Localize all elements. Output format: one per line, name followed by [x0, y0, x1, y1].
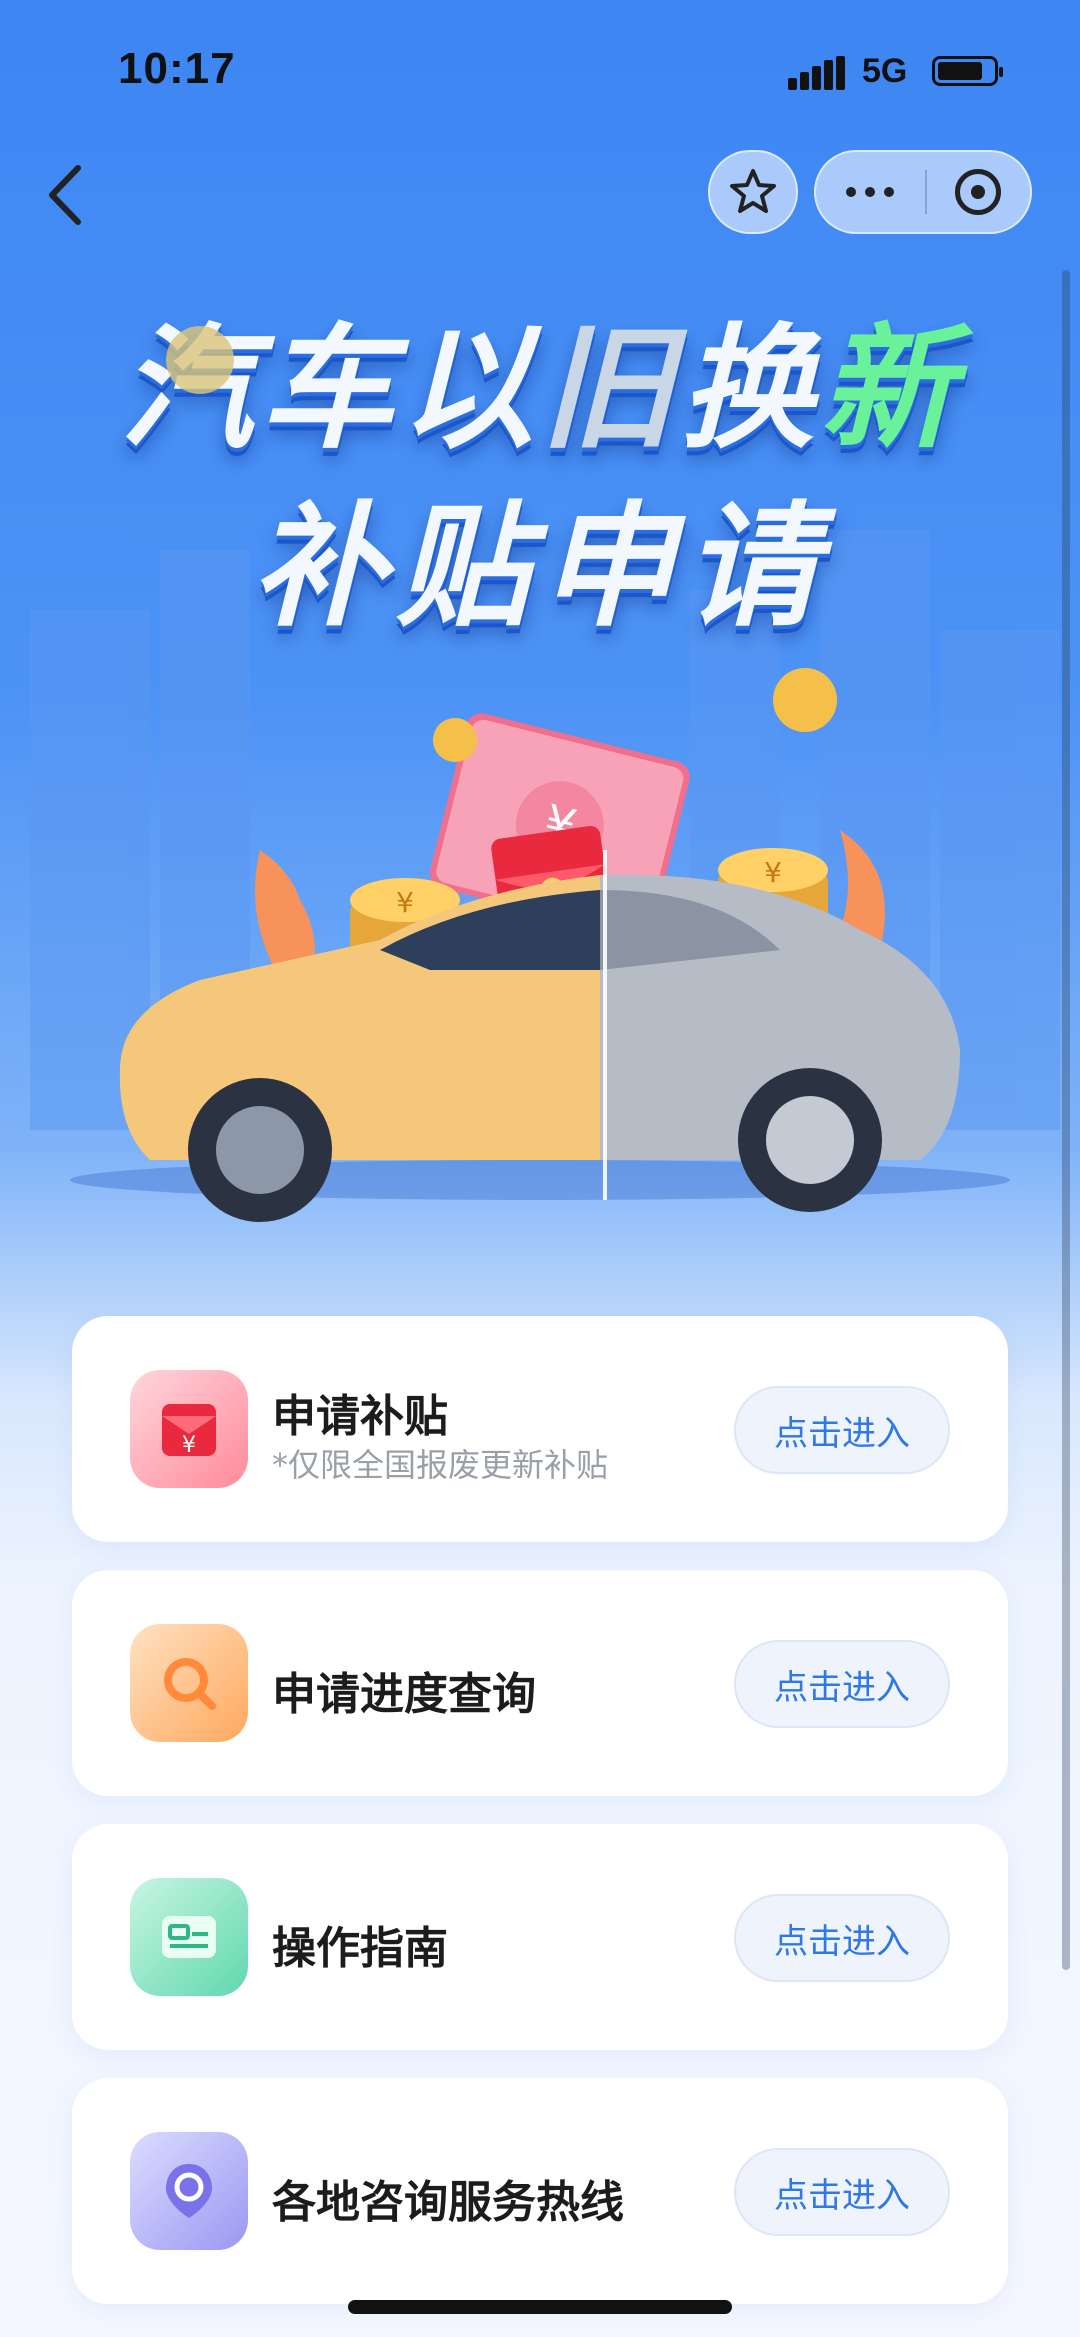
enter-button[interactable]: 点击进入: [734, 2148, 950, 2236]
menu-title: 申请进度查询: [272, 1669, 536, 1720]
back-button[interactable]: [42, 160, 92, 230]
menu-title: 操作指南: [272, 1923, 448, 1974]
menu-title: 申请补贴: [272, 1391, 448, 1442]
close-mini-program-button[interactable]: [927, 152, 1030, 232]
chevron-left-icon: [49, 165, 81, 225]
status-time: 10:17: [118, 44, 236, 93]
svg-text:¥: ¥: [764, 856, 782, 889]
signal-icon: [788, 56, 846, 90]
guide-card-icon: [130, 1878, 248, 1996]
menu-card-progress[interactable]: 申请进度查询 点击进入: [72, 1570, 1008, 1796]
target-icon: [955, 169, 1002, 215]
menu-card-hotline[interactable]: 各地咨询服务热线 点击进入: [72, 2078, 1008, 2304]
more-options-button[interactable]: [816, 152, 925, 232]
status-bar: 10:17 5G: [0, 0, 1080, 130]
enter-button[interactable]: 点击进入: [734, 1640, 950, 1728]
battery-icon: [932, 56, 1003, 86]
menu-title: 各地咨询服务热线: [272, 2177, 624, 2228]
network-type: 5G: [862, 52, 908, 90]
menu-card-guide[interactable]: 操作指南 点击进入: [72, 1824, 1008, 2050]
enter-button[interactable]: 点击进入: [734, 1386, 950, 1474]
menu-subtitle: *仅限全国报废更新补贴: [272, 1446, 609, 1484]
search-icon: [130, 1624, 248, 1742]
enter-button[interactable]: 点击进入: [734, 1894, 950, 1982]
location-phone-icon: [130, 2132, 248, 2250]
favorite-button[interactable]: [708, 150, 798, 234]
svg-text:¥: ¥: [396, 886, 414, 919]
svg-text:¥: ¥: [182, 1433, 196, 1458]
home-indicator[interactable]: [348, 2300, 732, 2314]
red-envelope-icon: ¥: [130, 1370, 248, 1488]
car-subsidy-illustration: ¥ ¥ ¥: [119, 326, 960, 1222]
mini-program-capsule: [814, 150, 1032, 234]
star-icon: [730, 169, 776, 213]
hero-banner: 汽车以旧换新 补贴申请 ¥ ¥ ¥: [0, 250, 1080, 1250]
scrollbar[interactable]: [1062, 270, 1070, 1970]
menu-card-apply[interactable]: ¥ 申请补贴 *仅限全国报废更新补贴 点击进入: [72, 1316, 1008, 1542]
